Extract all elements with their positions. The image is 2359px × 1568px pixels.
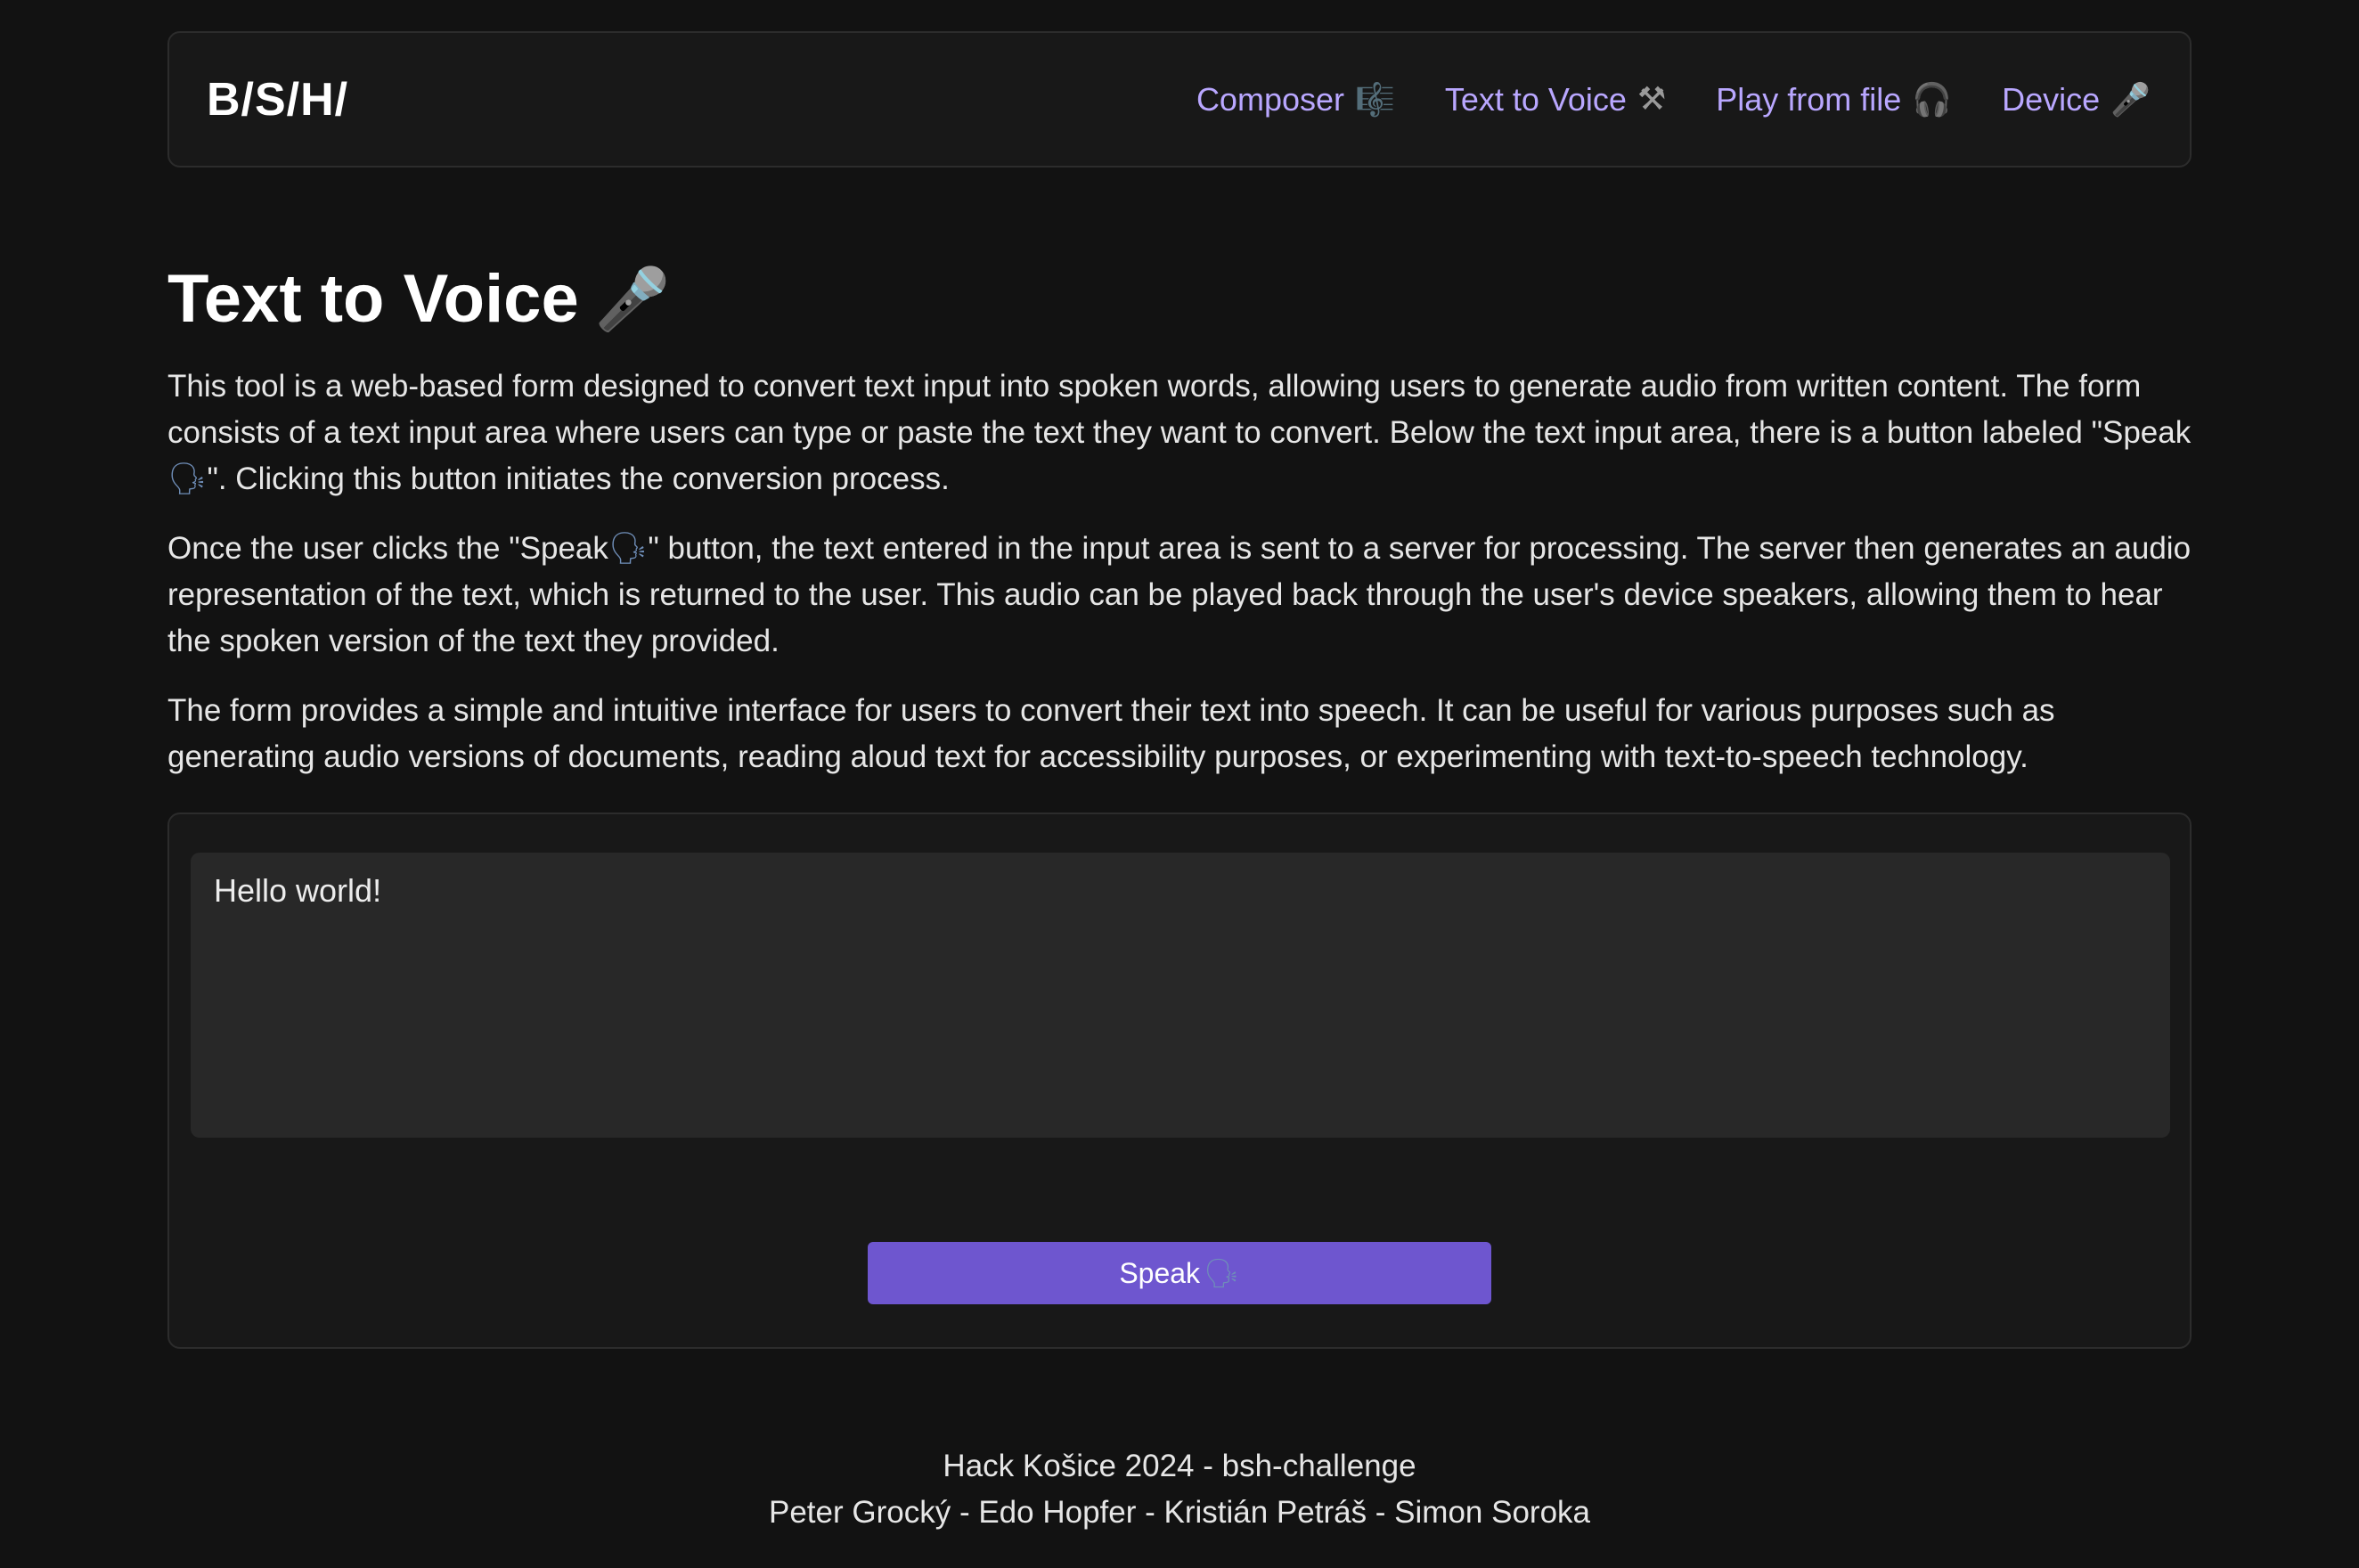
nav-link-play-from-file[interactable]: Play from file 🎧 (1716, 81, 1952, 118)
nav-link-label: Text to Voice (1444, 80, 1627, 118)
microphone-icon: 🎤 (594, 264, 671, 335)
nav-link-composer[interactable]: Composer 🎼 (1196, 81, 1395, 118)
nav-link-device[interactable]: Device 🎤 (2002, 81, 2151, 118)
paragraph-text: Once the user clicks the "Speak (167, 531, 608, 566)
sheet-music-icon: 🎼 (1355, 81, 1395, 118)
speak-button-label: Speak (1119, 1256, 1201, 1289)
headphones-icon: 🎧 (1912, 81, 1953, 118)
footer-event: Hack Košice 2024 - bsh-challenge (943, 1449, 1416, 1483)
nav-link-label: Composer (1196, 80, 1344, 118)
description-paragraph: This tool is a web-based form designed t… (167, 363, 2192, 502)
paragraph-text: ". Clicking this button initiates the co… (207, 461, 950, 496)
nav-link-label: Device (2002, 80, 2101, 118)
speak-button[interactable]: Speak 🗣 (868, 1242, 1491, 1304)
speaking-head-icon: 🗣 (167, 461, 208, 497)
page-title: Text to Voice 🎤 (167, 260, 670, 338)
text-to-voice-form: Hello world! Speak 🗣 (167, 813, 2192, 1349)
nav-links: Composer 🎼 Text to Voice ⚒ Play from fil… (1196, 81, 2151, 118)
brand-logo[interactable]: B/S/H/ (207, 73, 348, 127)
nav-link-text-to-voice[interactable]: Text to Voice ⚒ (1445, 81, 1666, 118)
top-navbar: B/S/H/ Composer 🎼 Text to Voice ⚒ Play f… (167, 31, 2192, 167)
footer: Hack Košice 2024 - bsh-challenge Peter G… (0, 1443, 2359, 1536)
speaking-head-icon: 🗣 (608, 531, 649, 567)
description: This tool is a web-based form designed t… (167, 363, 2192, 804)
footer-authors: Peter Grocký - Edo Hopfer - Kristián Pet… (769, 1495, 1590, 1530)
nav-link-label: Play from file (1716, 80, 1902, 118)
paragraph-text: This tool is a web-based form designed t… (167, 369, 2192, 450)
speaking-head-icon: 🗣 (1204, 1256, 1240, 1290)
description-paragraph: The form provides a simple and intuitive… (167, 693, 2055, 774)
description-paragraph: Once the user clicks the "Speak🗣" button… (167, 526, 2192, 665)
hammer-and-pick-icon: ⚒ (1637, 81, 1667, 118)
text-input[interactable]: Hello world! (191, 853, 2170, 1138)
page-title-text: Text to Voice (167, 261, 579, 337)
microphone-icon: 🎤 (2110, 81, 2151, 118)
